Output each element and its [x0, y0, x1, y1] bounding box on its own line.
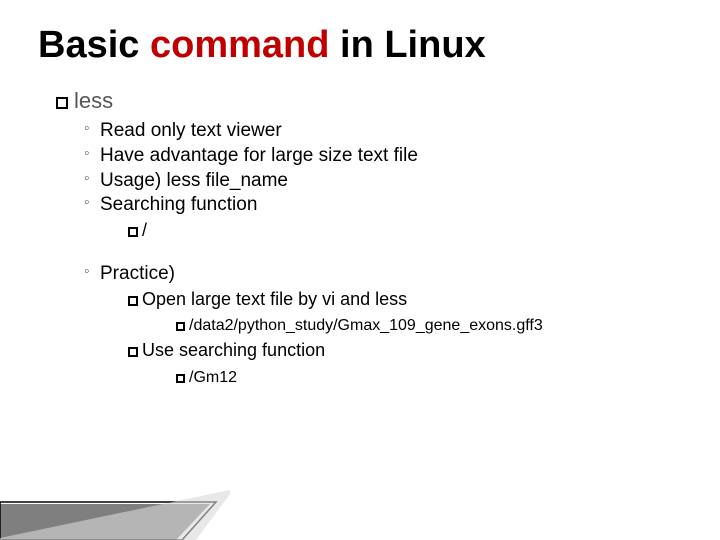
- list-item: Usage) less file_name: [84, 169, 664, 193]
- sub-sub-bullet: /data2/python_study/Gmax_109_gene_exons.…: [128, 313, 664, 337]
- title-part-2: in Linux: [329, 24, 485, 66]
- bullet-list: Practice) Open large text file by vi and…: [56, 262, 664, 389]
- checkbox-bullet-icon: [176, 322, 185, 331]
- sub-bullet: Use searching function /Gm12: [100, 339, 664, 389]
- checkbox-bullet-icon: [128, 227, 138, 237]
- bullet-text: Practice): [100, 263, 175, 284]
- bullet-text: Read only text viewer: [100, 120, 282, 141]
- bullet-text: Searching function: [100, 194, 257, 215]
- bullet-list: Read only text viewer Have advantage for…: [56, 119, 664, 243]
- list-item: Searching function /: [84, 193, 664, 243]
- list-item: Practice) Open large text file by vi and…: [84, 262, 664, 389]
- section-heading: less: [56, 87, 664, 115]
- sub-bullet: /: [100, 219, 664, 243]
- sub-bullet-text: Open large text file by vi and less: [142, 289, 407, 309]
- sub-bullet-text: /: [142, 220, 147, 240]
- sub-bullet: Open large text file by vi and less /dat…: [100, 288, 664, 338]
- slide-title: Basic command in Linux: [0, 0, 720, 67]
- checkbox-bullet-icon: [128, 296, 138, 306]
- slide: Basic command in Linux less Read only te…: [0, 0, 720, 540]
- sub-sub-text: /data2/python_study/Gmax_109_gene_exons.…: [189, 317, 543, 334]
- slide-body: less Read only text viewer Have advantag…: [0, 67, 720, 389]
- sub-bullet-text: Use searching function: [142, 340, 325, 360]
- sub-sub-text: /Gm12: [189, 369, 237, 386]
- section-name: less: [74, 88, 113, 113]
- checkbox-bullet-icon: [128, 347, 138, 357]
- title-part-1: Basic: [38, 24, 150, 66]
- list-item: Read only text viewer: [84, 119, 664, 143]
- title-accent: command: [150, 24, 329, 66]
- corner-decor-icon: [0, 480, 230, 540]
- checkbox-bullet-icon: [56, 97, 68, 109]
- list-item: Have advantage for large size text file: [84, 144, 664, 168]
- bullet-text: Have advantage for large size text file: [100, 145, 418, 166]
- spacer: [56, 244, 664, 258]
- checkbox-bullet-icon: [176, 374, 185, 383]
- sub-sub-bullet: /Gm12: [128, 365, 664, 389]
- bullet-text: Usage) less file_name: [100, 170, 288, 191]
